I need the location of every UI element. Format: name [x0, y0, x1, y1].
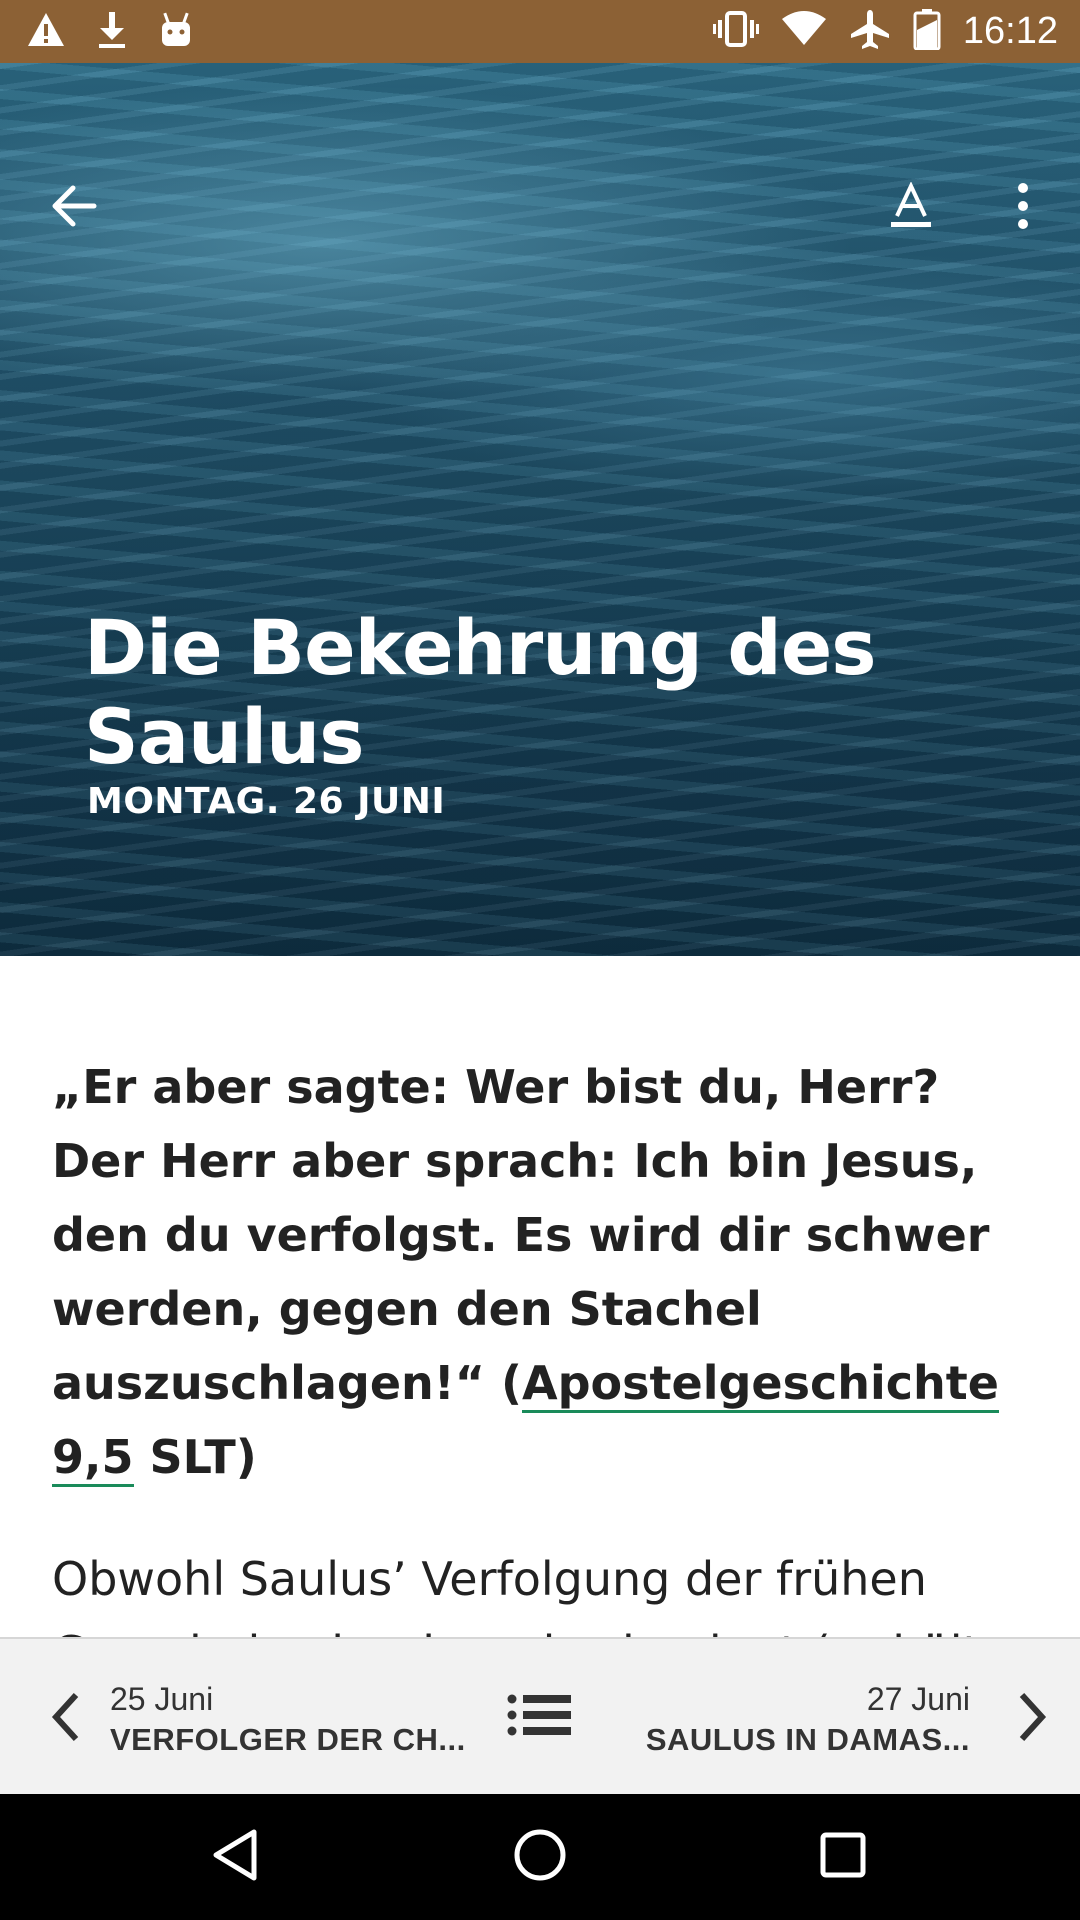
previous-day-date: 25 Juni	[110, 1681, 214, 1717]
arrow-back-icon	[49, 184, 97, 233]
lesson-date: MONTAG. 26 JUNI	[87, 781, 446, 822]
wifi-icon	[781, 9, 827, 54]
download-icon	[94, 10, 130, 55]
status-bar: 16:12	[0, 0, 1080, 63]
system-navigation-bar	[0, 1794, 1080, 1920]
font-size-icon	[889, 180, 933, 235]
system-home-button[interactable]	[505, 1822, 575, 1892]
previous-day-title: VERFOLGER DER CH...	[110, 1722, 466, 1757]
system-back-button[interactable]	[200, 1822, 270, 1892]
chevron-right-icon	[1010, 1689, 1054, 1745]
next-day-button[interactable]: 27 Juni SAULUS IN DAMAS...	[610, 1639, 1080, 1796]
more-vert-icon	[1015, 182, 1031, 235]
font-settings-button[interactable]	[876, 173, 946, 243]
vibrate-icon	[712, 9, 759, 54]
lesson-title: Die Bekehrung des Saulus	[84, 603, 877, 781]
airplane-icon	[849, 8, 891, 55]
system-recents-button[interactable]	[808, 1822, 878, 1892]
battery-icon	[913, 8, 941, 55]
more-options-button[interactable]	[988, 173, 1058, 243]
warning-icon	[26, 10, 66, 55]
chevron-left-icon	[44, 1689, 88, 1745]
home-circle-icon	[513, 1828, 567, 1887]
recents-square-icon	[819, 1831, 867, 1884]
list-icon	[507, 1693, 573, 1742]
hero-image: Die Bekehrung des Saulus MONTAG. 26 JUNI	[0, 63, 1080, 956]
lesson-list-button[interactable]	[500, 1681, 580, 1753]
memory-verse: „Er aber sagte: Wer bist du, Herr? Der H…	[52, 1050, 1032, 1494]
verse-suffix: SLT)	[133, 1430, 257, 1484]
status-time: 16:12	[962, 10, 1058, 52]
back-triangle-icon	[210, 1828, 260, 1887]
android-icon	[158, 10, 194, 55]
next-day-title: SAULUS IN DAMAS...	[645, 1722, 970, 1757]
day-navigation: 25 Juni VERFOLGER DER CH... 27 Juni SAUL…	[0, 1637, 1080, 1796]
previous-day-button[interactable]: 25 Juni VERFOLGER DER CH...	[0, 1639, 470, 1796]
back-button[interactable]	[38, 173, 108, 243]
next-day-date: 27 Juni	[866, 1681, 970, 1717]
